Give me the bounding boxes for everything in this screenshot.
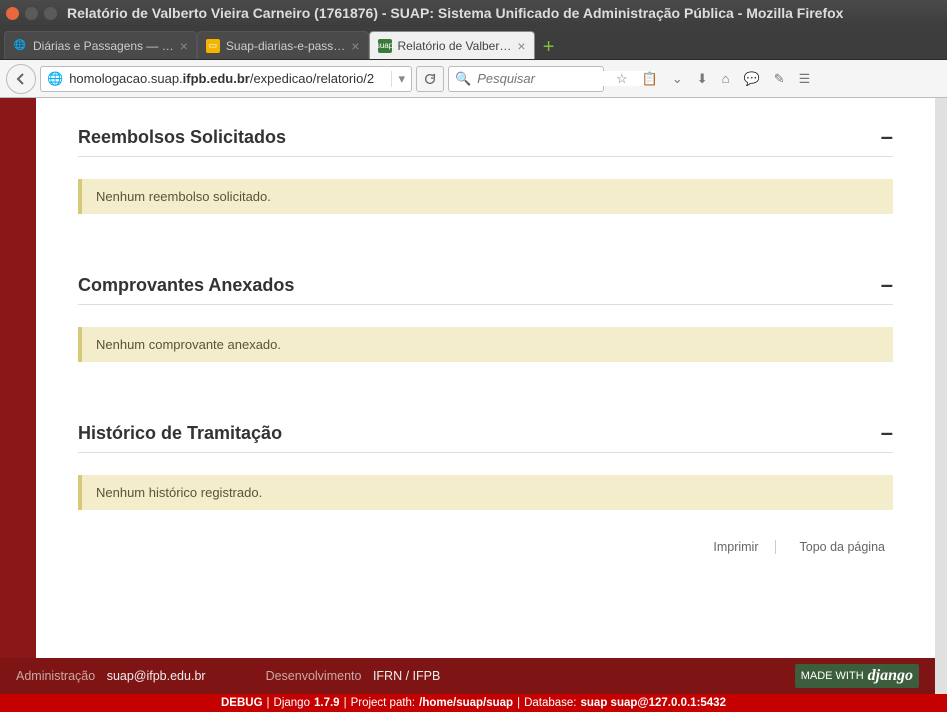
- tab-relatorio[interactable]: suap Relatório de Valber… ×: [369, 31, 535, 59]
- tab-label: Relatório de Valber…: [398, 39, 512, 53]
- vertical-scrollbar[interactable]: [935, 98, 947, 712]
- suap-icon: suap: [378, 39, 392, 53]
- clipboard-icon[interactable]: 📋: [642, 71, 658, 87]
- footer-admin: Administração suap@ifpb.edu.br: [16, 669, 206, 683]
- footer-admin-label: Administração: [16, 669, 95, 683]
- window-maximize-button[interactable]: [44, 7, 57, 20]
- section-header: Reembolsos Solicitados –: [78, 126, 893, 157]
- chevron-down-icon[interactable]: ▾: [391, 71, 405, 87]
- debug-db-label: Database:: [524, 697, 576, 709]
- window-close-button[interactable]: [6, 7, 19, 20]
- empty-notice: Nenhum reembolso solicitado.: [78, 179, 893, 214]
- toolbar-icons: ☆ 📋 ⌄ ⬇ ⌂ 💬 ✎ ☰: [616, 71, 810, 87]
- print-link[interactable]: Imprimir: [705, 540, 775, 554]
- window-buttons: [6, 7, 57, 20]
- close-icon[interactable]: ×: [517, 38, 525, 54]
- url-text: homologacao.suap.ifpb.edu.br/expedicao/r…: [69, 71, 385, 86]
- section-header: Histórico de Tramitação –: [78, 422, 893, 453]
- collapse-toggle[interactable]: –: [881, 274, 893, 296]
- collapse-toggle[interactable]: –: [881, 126, 893, 148]
- home-icon[interactable]: ⌂: [722, 71, 730, 86]
- page-content: Reembolsos Solicitados – Nenhum reembols…: [36, 98, 935, 658]
- browser-tabs: 🌐 Diárias e Passagens — … × ▭ Suap-diari…: [0, 26, 947, 60]
- search-box[interactable]: 🔍: [448, 66, 604, 92]
- arrow-left-icon: [13, 71, 29, 87]
- footer-admin-email[interactable]: suap@ifpb.edu.br: [107, 669, 206, 683]
- badge-name: django: [868, 667, 913, 685]
- tab-label: Diárias e Passagens — …: [33, 39, 174, 53]
- note-icon[interactable]: ✎: [774, 71, 785, 87]
- section-title: Comprovantes Anexados: [78, 275, 294, 296]
- section-reembolsos: Reembolsos Solicitados – Nenhum reembols…: [78, 126, 893, 214]
- django-badge[interactable]: MADE WITH django: [795, 664, 919, 688]
- pocket-icon[interactable]: ⌄: [672, 71, 683, 87]
- section-comprovantes: Comprovantes Anexados – Nenhum comprovan…: [78, 274, 893, 362]
- debug-path: /home/suap/suap: [419, 697, 513, 709]
- debug-bar: DEBUG | Django 1.7.9 | Project path: /ho…: [0, 694, 947, 712]
- collapse-toggle[interactable]: –: [881, 422, 893, 444]
- close-icon[interactable]: ×: [180, 38, 188, 54]
- window-minimize-button[interactable]: [25, 7, 38, 20]
- suap-sidebar[interactable]: [0, 98, 36, 712]
- menu-icon[interactable]: ☰: [799, 71, 811, 87]
- reload-button[interactable]: [416, 66, 444, 92]
- sep: |: [344, 697, 347, 709]
- sep: |: [517, 697, 520, 709]
- globe-icon: 🌐: [13, 39, 27, 53]
- url-prefix: homologacao.suap.: [69, 71, 182, 86]
- app-footer: Administração suap@ifpb.edu.br Desenvolv…: [0, 658, 935, 694]
- window-titlebar: Relatório de Valberto Vieira Carneiro (1…: [0, 0, 947, 26]
- globe-icon: 🌐: [47, 71, 63, 87]
- badge-prefix: MADE WITH: [801, 670, 864, 682]
- empty-notice: Nenhum histórico registrado.: [78, 475, 893, 510]
- sep: |: [267, 697, 270, 709]
- tab-suap-diarias[interactable]: ▭ Suap-diarias-e-pass… ×: [197, 31, 369, 59]
- footer-dev: Desenvolvimento IFRN / IFPB: [266, 669, 441, 683]
- window-title: Relatório de Valberto Vieira Carneiro (1…: [67, 5, 843, 21]
- tab-label: Suap-diarias-e-pass…: [226, 39, 345, 53]
- back-button[interactable]: [6, 64, 36, 94]
- browser-navbar: 🌐 homologacao.suap.ifpb.edu.br/expedicao…: [0, 60, 947, 98]
- debug-django-label: Django: [274, 697, 310, 709]
- download-icon[interactable]: ⬇: [697, 71, 708, 87]
- tab-diarias[interactable]: 🌐 Diárias e Passagens — … ×: [4, 31, 197, 59]
- section-header: Comprovantes Anexados –: [78, 274, 893, 305]
- url-domain: ifpb.edu.br: [183, 71, 250, 86]
- chat-icon[interactable]: 💬: [744, 71, 760, 87]
- reload-icon: [423, 72, 437, 86]
- page-actions: Imprimir Topo da página: [78, 540, 893, 554]
- plus-icon: +: [543, 36, 555, 59]
- new-tab-button[interactable]: +: [535, 35, 563, 59]
- debug-mode: DEBUG: [221, 697, 263, 709]
- debug-path-label: Project path:: [351, 697, 416, 709]
- section-title: Reembolsos Solicitados: [78, 127, 286, 148]
- slides-icon: ▭: [206, 39, 220, 53]
- debug-django-version: 1.7.9: [314, 697, 340, 709]
- footer-dev-org[interactable]: IFRN / IFPB: [373, 669, 440, 683]
- url-path: /expedicao/relatorio/2: [250, 71, 374, 86]
- debug-db: suap suap@127.0.0.1:5432: [581, 697, 726, 709]
- close-icon[interactable]: ×: [351, 38, 359, 54]
- url-bar[interactable]: 🌐 homologacao.suap.ifpb.edu.br/expedicao…: [40, 66, 412, 92]
- search-icon: 🔍: [455, 71, 471, 87]
- bookmark-star-icon[interactable]: ☆: [616, 71, 628, 87]
- footer-dev-label: Desenvolvimento: [266, 669, 362, 683]
- page-viewport: Reembolsos Solicitados – Nenhum reembols…: [0, 98, 947, 712]
- section-title: Histórico de Tramitação: [78, 423, 282, 444]
- empty-notice: Nenhum comprovante anexado.: [78, 327, 893, 362]
- top-of-page-link[interactable]: Topo da página: [792, 540, 894, 554]
- section-historico: Histórico de Tramitação – Nenhum históri…: [78, 422, 893, 510]
